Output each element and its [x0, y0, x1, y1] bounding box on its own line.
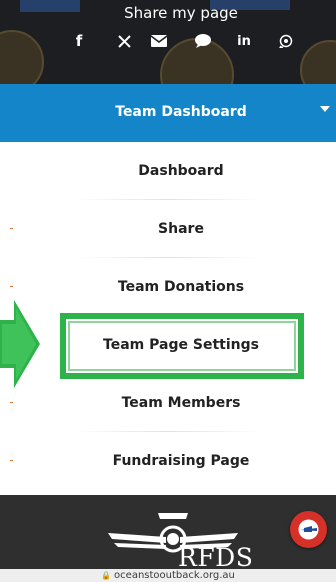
menu-item-label: Team Donations: [117, 279, 245, 295]
team-dashboard-label: Team Dashboard: [115, 104, 247, 120]
linkedin-icon[interactable]: in: [236, 33, 252, 49]
share-panel: Share my page f in: [0, 0, 336, 84]
highlight-box: [60, 313, 304, 379]
arrow-pointer-icon: [0, 300, 40, 388]
rfds-logo-text: RFDS: [178, 543, 254, 572]
menu-item-team-members[interactable]: Team Members: [0, 374, 336, 432]
url-text: oceanstooutback.org.au: [114, 570, 235, 581]
menu-item-label: Team Members: [121, 395, 241, 411]
facebook-icon[interactable]: f: [74, 32, 84, 50]
team-dashboard-toggle[interactable]: Team Dashboard: [0, 84, 336, 142]
caret-down-icon[interactable]: [320, 106, 330, 112]
menu-item-team-donations[interactable]: Team Donations: [0, 258, 336, 316]
menu-item-dashboard[interactable]: Dashboard: [0, 142, 336, 200]
menu-item-share[interactable]: Share: [0, 200, 336, 258]
url-display[interactable]: 🔒 oceanstooutback.org.au: [0, 569, 336, 582]
menu-item-label: Dashboard: [138, 163, 224, 179]
lock-icon: 🔒: [101, 571, 112, 580]
menu-item-label: Share: [158, 221, 204, 237]
email-icon[interactable]: [150, 33, 168, 49]
x-icon[interactable]: [117, 33, 131, 49]
help-button[interactable]: [290, 511, 327, 548]
share-title: Share my page: [124, 4, 238, 22]
whatsapp-icon[interactable]: [278, 33, 294, 49]
chat-icon[interactable]: [194, 33, 212, 49]
menu-item-fundraising-page[interactable]: Fundraising Page: [0, 432, 336, 490]
menu-item-label: Fundraising Page: [112, 453, 250, 469]
share-icons: f in: [0, 32, 336, 50]
highlight-inner-border: [68, 321, 296, 371]
plane-icon: [298, 519, 319, 540]
